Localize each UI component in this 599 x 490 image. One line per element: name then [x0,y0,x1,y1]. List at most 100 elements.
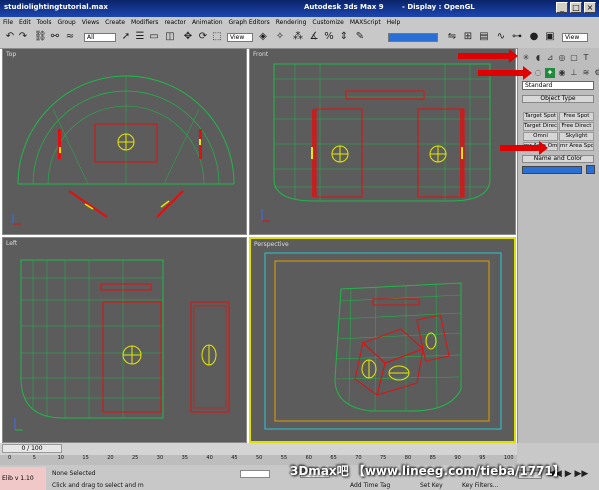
watermark-text: 3Dmax吧 【www.lineeg.com/tieba/1771】 [290,464,565,478]
bottom-panel: 0 / 100 0 5 10 15 20 25 30 35 40 45 50 55 60 65 70 75 80… [0,443,599,490]
timeline-tick: 60 [305,455,312,461]
key-filters-button[interactable]: Key Filters... [462,482,499,489]
menu-item[interactable]: Group [54,19,78,26]
shapes-category-icon[interactable]: ◌ [533,68,543,78]
viewport-perspective[interactable]: Perspective [249,237,516,443]
light-category-dropdown[interactable]: Standard [522,81,594,90]
spacewarps-category-icon[interactable]: ≋ [581,68,591,78]
annotation-arrow-area-spot [500,141,548,155]
spinner-snap-icon[interactable]: ⇕ [338,31,350,43]
render-type-dropdown[interactable]: View [562,33,588,42]
timeline-tick: 10 [57,455,64,461]
reference-coordinate-dropdown[interactable]: View [227,33,253,42]
unlink-icon[interactable]: ⚯ [49,31,61,43]
utilities-tab-icon[interactable]: T [581,53,591,63]
schematic-view-icon[interactable]: ⊶ [511,31,523,43]
annotation-arrow-create-tab [458,49,518,63]
select-move-icon[interactable]: ✥ [182,31,194,43]
display-title: - Display : OpenGL [402,3,475,11]
menu-item[interactable]: Tools [34,19,55,26]
timeline-tick: 30 [156,455,164,461]
menu-item[interactable]: Customize [309,19,347,26]
free-spot-button[interactable]: Free Spot [559,112,594,121]
menu-item[interactable]: Graph Editors [226,19,273,26]
display-tab-icon[interactable]: ▢ [569,53,579,63]
motion-tab-icon[interactable]: ◎ [557,53,567,63]
free-direct-button[interactable]: Free Direct [559,122,594,131]
menu-item[interactable]: reactor [161,19,189,26]
select-by-name-icon[interactable]: ☰ [134,31,146,43]
snaps-toggle-icon[interactable]: ⁂ [292,31,304,43]
timeline-tick: 75 [380,455,387,461]
menu-item[interactable]: Animation [189,19,226,26]
file-title: studiolightingtutorial.max [4,3,108,11]
selection-filter-dropdown[interactable]: All [84,33,116,42]
set-key-button[interactable]: Set Key [420,482,443,489]
menu-item[interactable]: Edit [16,19,34,26]
create-tab-icon[interactable]: ✳ [521,53,531,63]
edit-named-selection-icon[interactable]: ✎ [354,31,366,43]
frame-counter[interactable]: 0 / 100 [2,444,62,453]
helpers-category-icon[interactable]: ⊥ [569,68,579,78]
select-object-icon[interactable]: ➚ [120,31,132,43]
close-button[interactable]: × [584,2,596,13]
name-and-color-rollout[interactable]: Name and Color [522,155,594,163]
timeline-tick: 80 [404,455,412,461]
target-spot-button[interactable]: Target Spot [523,112,558,121]
object-name-field[interactable] [522,166,582,174]
bind-space-warp-icon[interactable]: ≈ [64,31,76,43]
select-rotate-icon[interactable]: ⟳ [197,31,209,43]
menu-item[interactable]: Rendering [273,19,310,26]
add-time-tag[interactable]: Add Time Tag [350,482,390,489]
viewport-left[interactable]: Left [2,237,247,443]
target-direct-button[interactable]: Target Direct [523,122,558,131]
material-editor-icon[interactable]: ● [528,31,540,43]
timeline-tick: 55 [280,455,288,461]
systems-category-icon[interactable]: ⚙ [593,68,599,78]
menu-bar: File Edit Tools Group Views Create Modifiers re… [0,17,599,28]
select-scale-icon[interactable]: ⬚ [211,31,223,43]
named-selection-sets-dropdown[interactable] [388,33,438,42]
timeline-tick: 50 [256,455,263,461]
mirror-icon[interactable]: ⇋ [446,31,458,43]
minimize-button[interactable]: _ [556,2,568,13]
maximize-button[interactable]: □ [570,2,582,13]
timeline-tick: 15 [82,455,89,461]
omni-button[interactable]: Omni [523,132,558,141]
timeline-tick: 5 [32,455,36,461]
rectangular-selection-icon[interactable]: ▭ [148,31,160,43]
viewport-top[interactable]: Top [2,48,247,235]
maxscript-listener[interactable]: Elib v 1.10 [0,467,46,490]
curve-editor-icon[interactable]: ∿ [495,31,507,43]
menu-item[interactable]: Help [384,19,404,26]
timeline-tick: 25 [132,455,139,461]
angle-snap-icon[interactable]: ∡ [308,31,320,43]
link-icon[interactable]: ⛓ [34,31,47,43]
viewport-front[interactable]: Front [249,48,516,235]
pivot-center-icon[interactable]: ◈ [257,31,269,43]
percent-snap-icon[interactable]: % [323,31,335,43]
x-coordinate-field[interactable] [240,470,270,478]
object-color-swatch[interactable] [586,165,595,174]
menu-item[interactable]: Modifiers [128,19,161,26]
layer-manager-icon[interactable]: ▤ [478,31,490,43]
render-scene-icon[interactable]: ▣ [544,31,556,43]
object-type-rollout[interactable]: Object Type [522,95,594,103]
lights-category-icon[interactable]: ✦ [545,68,555,78]
menu-item[interactable]: Views [79,19,102,26]
menu-item[interactable]: Create [102,19,128,26]
redo-icon[interactable]: ↷ [17,31,29,43]
hierarchy-tab-icon[interactable]: ⊿ [545,53,555,63]
select-manipulate-icon[interactable]: ✧ [274,31,286,43]
window-crossing-icon[interactable]: ◫ [164,31,176,43]
skylight-button[interactable]: Skylight [559,132,594,141]
menu-item[interactable]: MAXScript [347,19,384,26]
undo-icon[interactable]: ↶ [4,31,16,43]
modify-tab-icon[interactable]: ◖ [533,53,543,63]
menu-item[interactable]: File [0,19,16,26]
timeline-tick: 85 [429,455,436,461]
cameras-category-icon[interactable]: ◉ [557,68,567,78]
align-icon[interactable]: ⊞ [462,31,474,43]
timeline-tick: 95 [479,455,486,461]
mr-area-spot-button[interactable]: mr Area Spot [559,142,594,151]
